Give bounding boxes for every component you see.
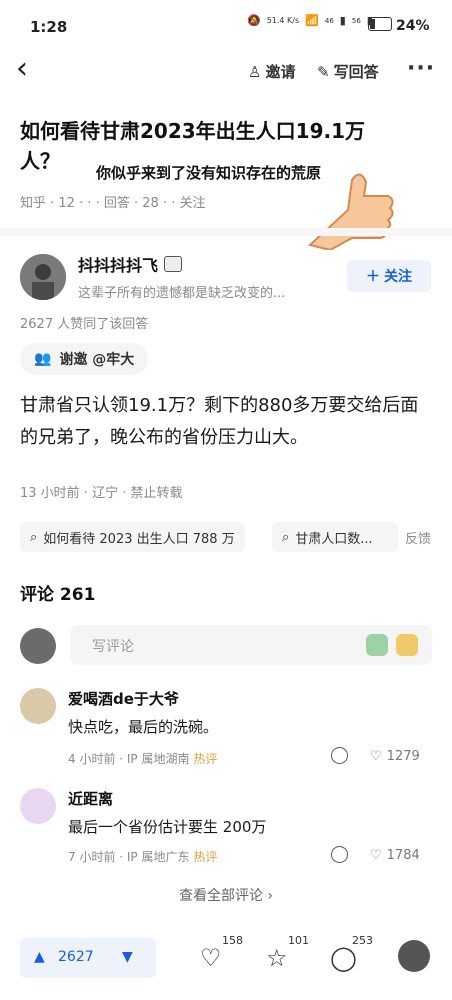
like-icon[interactable]: ♡ <box>200 944 222 972</box>
chevron-right-icon: › <box>267 888 274 904</box>
like-count: 158 <box>222 934 243 947</box>
signal-a-label: 46 <box>324 16 334 25</box>
comment-icon[interactable]: ◯ <box>330 944 357 972</box>
reply-icon[interactable]: ◯ <box>330 745 349 765</box>
comment-count: 253 <box>352 934 373 947</box>
sticker-icon[interactable] <box>396 634 418 656</box>
comment-like-button[interactable]: ♡ 1279 <box>370 749 420 764</box>
chip-label: 如何看待 2023 出生人口 788 万 <box>43 531 235 547</box>
question-meta: 知乎 · 12 · · · 回答 · 28 · · 关注 <box>20 196 206 211</box>
related-search-chip[interactable]: ⌕ 甘肃人口数... <box>272 522 398 552</box>
write-answer-button[interactable]: ✎ 写回答 <box>317 61 379 82</box>
view-all-label: 查看全部评论 <box>178 888 263 904</box>
reply-icon[interactable]: ◯ <box>330 844 349 864</box>
status-bar: 1:28 🔕 51.4 K/s 📶 46 ▮ 56 ▮ 24% <box>0 0 452 56</box>
hot-comment-tag: 热评 <box>193 752 218 766</box>
comment-meta-text: 4 小时前 · IP 属地湖南 <box>68 752 190 766</box>
author-row[interactable]: 抖抖抖抖飞 <box>78 252 183 276</box>
comment-like-button[interactable]: ♡ 1784 <box>370 848 420 863</box>
battery-percent: 24% <box>396 18 430 34</box>
vote-control: ▲ 2627 ▼ <box>20 938 156 978</box>
feedback-link[interactable]: 反馈 <box>405 528 431 547</box>
comments-header: 评论 261 <box>20 585 96 605</box>
battery-icon <box>368 17 392 31</box>
net-speed: 51.4 K/s <box>266 16 300 25</box>
favorite-icon[interactable]: ☆ <box>266 944 288 972</box>
chip-label: 甘肃人口数... <box>295 531 373 547</box>
answer-body: 甘肃省只认领19.1万？剩下的880多万要交给后面的兄弟了，晚公布的省份压力山大… <box>20 395 419 448</box>
author-avatar-follow[interactable] <box>398 940 430 972</box>
heart-icon: ♡ <box>370 749 382 764</box>
thanks-label: 谢邀 @牢大 <box>59 352 135 368</box>
comment-meta: 4 小时前 · IP 属地湖南 热评 <box>68 750 217 767</box>
commenter-name[interactable]: 近距离 <box>68 788 113 809</box>
comment-meta: 7 小时前 · IP 属地广东 热评 <box>68 848 217 865</box>
related-search-chip[interactable]: ⌕ 如何看待 2023 出生人口 788 万 <box>20 522 245 552</box>
comment-text: 最后一个省份估计要生 200万 <box>68 818 267 836</box>
more-icon[interactable]: ··· <box>407 56 435 81</box>
invite-label: 邀请 <box>265 63 296 81</box>
status-time: 1:28 <box>30 18 68 36</box>
search-icon: ⌕ <box>282 529 290 545</box>
hot-comment-tag: 热评 <box>193 850 218 864</box>
status-icons: 🔕 51.4 K/s 📶 46 ▮ 56 ▮ <box>247 14 373 27</box>
user-avatar <box>20 628 56 664</box>
comment-placeholder: 写评论 <box>92 639 134 655</box>
author-avatar[interactable] <box>20 254 66 300</box>
answer-likes-line: 2627 人赞同了该回答 <box>20 317 149 332</box>
mute-icon: 🔕 <box>247 14 261 27</box>
author-bio: 这辈子所有的遗憾都是缺乏改变的... <box>78 286 286 301</box>
follow-button[interactable]: ＋ 关注 <box>347 260 431 292</box>
view-all-comments-link[interactable]: 查看全部评论 › <box>0 885 452 905</box>
section-divider <box>0 228 452 236</box>
signal-b-label: 56 <box>351 16 361 25</box>
comment-text: 快点吃，最后的洗碗。 <box>68 718 219 736</box>
vote-count: 2627 <box>58 949 94 965</box>
plus-icon: ＋ <box>366 269 380 285</box>
upvote-icon[interactable]: ▲ <box>34 949 45 965</box>
thumbs-up-sticker <box>307 173 394 250</box>
commenter-name[interactable]: 爱喝酒de于大爷 <box>68 688 179 709</box>
invite-button[interactable]: ♙ 邀请 <box>248 61 295 82</box>
comment-input[interactable]: 写评论 <box>70 625 432 665</box>
overlay-caption: 你似乎来到了没有知识存在的荒原 <box>96 164 322 182</box>
heart-icon: ♡ <box>370 848 382 863</box>
commenter-avatar[interactable] <box>20 688 56 724</box>
person-add-icon: ♙ <box>248 62 262 81</box>
thanks-tag[interactable]: 👥 谢邀 @牢大 <box>20 343 149 375</box>
downvote-icon[interactable]: ▼ <box>122 949 133 965</box>
comment-meta-text: 7 小时前 · IP 属地广东 <box>68 850 190 864</box>
answer-meta: 13 小时前 · 辽宁 · 禁止转载 <box>20 486 183 501</box>
author-name[interactable]: 抖抖抖抖飞 <box>78 252 158 276</box>
back-icon[interactable]: ‹ <box>16 54 40 84</box>
edit-icon: ✎ <box>317 62 330 81</box>
sticker-icon[interactable] <box>366 634 388 656</box>
commenter-avatar[interactable] <box>20 788 56 824</box>
signal-icon: ▮ <box>339 14 346 27</box>
wifi-icon: 📶 <box>305 14 319 27</box>
write-answer-label: 写回答 <box>333 63 379 81</box>
comment-like-count: 1279 <box>386 749 420 764</box>
comment-like-count: 1784 <box>386 848 420 863</box>
search-icon: ⌕ <box>30 529 38 545</box>
favorite-count: 101 <box>288 934 309 947</box>
verified-badge-icon <box>164 256 183 272</box>
follow-label: 关注 <box>384 269 412 285</box>
group-icon: 👥 <box>34 351 52 367</box>
